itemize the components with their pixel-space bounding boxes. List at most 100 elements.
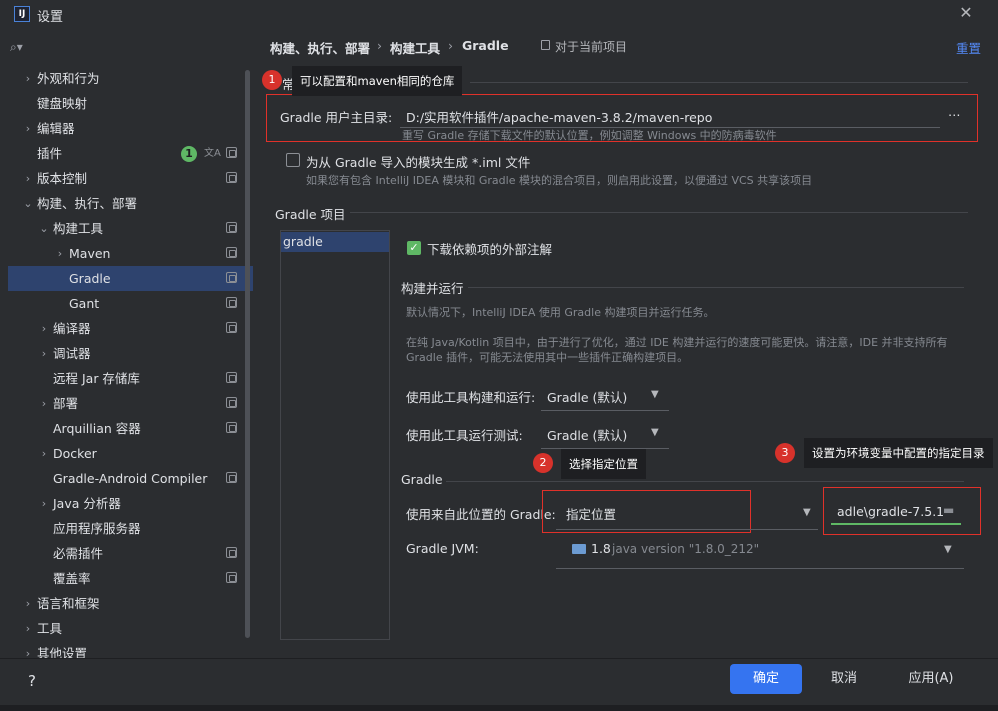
sidebar-item[interactable]: 覆盖率 <box>8 566 253 591</box>
sidebar-item-label: 调试器 <box>53 346 91 361</box>
download-annotations-label: 下载依赖项的外部注解 <box>427 242 553 257</box>
sidebar-item[interactable]: ⌄ 构建、执行、部署 <box>8 191 253 216</box>
sidebar-item-label: 覆盖率 <box>53 571 91 586</box>
sidebar-item[interactable]: 应用程序服务器 <box>8 516 253 541</box>
generate-iml-hint: 如果您有包含 IntelliJ IDEA 模块和 Gradle 模块的混合项目，… <box>306 174 813 187</box>
sidebar-item-label: 构建、执行、部署 <box>37 196 138 211</box>
chevron-down-icon[interactable]: ▼ <box>803 507 811 518</box>
chevron-down-icon[interactable]: ▼ <box>944 544 952 555</box>
project-level-icon <box>226 422 237 433</box>
sidebar-item[interactable]: › Docker <box>8 441 253 466</box>
gradle-project-item[interactable]: gradle <box>281 232 389 252</box>
annotation-callout-2: 选择指定位置 <box>561 449 646 479</box>
reset-link[interactable]: 重置 <box>956 38 981 57</box>
gradle-jvm-version[interactable]: 1.8 <box>591 541 611 556</box>
folder-icon[interactable]: ▬ <box>943 503 954 517</box>
sidebar-item[interactable]: Gradle <box>8 266 253 291</box>
sidebar-scrollbar[interactable] <box>245 70 250 638</box>
sidebar-item-label: Gant <box>69 296 100 311</box>
sidebar-item[interactable]: › Maven <box>8 241 253 266</box>
chevron-right-icon[interactable]: › <box>22 166 34 191</box>
chevron-right-icon[interactable]: › <box>38 341 50 366</box>
sidebar-item-label: Gradle <box>69 271 111 286</box>
use-gradle-from-select[interactable]: 指定位置 <box>566 504 616 523</box>
chevron-down-icon[interactable]: ⌄ <box>38 216 50 241</box>
breadcrumb-separator: › <box>448 38 453 53</box>
sidebar-item[interactable]: › 外观和行为 <box>8 66 253 91</box>
sidebar-item-label: 语言和框架 <box>37 596 100 611</box>
gradle-user-home-input[interactable]: D:/实用软件插件/apache-maven-3.8.2/maven-repo <box>406 107 936 126</box>
sidebar-item[interactable]: › Java 分析器 <box>8 491 253 516</box>
annotation-callout-3: 设置为环境变量中配置的指定目录 <box>804 438 993 468</box>
sidebar-item[interactable]: Arquillian 容器 <box>8 416 253 441</box>
chevron-right-icon[interactable]: › <box>22 591 34 616</box>
test-with-label: 使用此工具运行测试: <box>406 428 523 443</box>
project-level-icon <box>226 147 237 158</box>
sidebar-item[interactable]: 必需插件 <box>8 541 253 566</box>
build-run-hint-2: 在纯 Java/Kotlin 项目中，由于进行了优化，通过 IDE 构建并运行的… <box>406 336 948 349</box>
annotation-number-1: 1 <box>262 70 282 90</box>
sidebar-item[interactable]: › 编辑器 <box>8 116 253 141</box>
test-with-select[interactable]: Gradle (默认) <box>547 425 627 444</box>
chevron-right-icon[interactable]: › <box>22 616 34 641</box>
build-with-select[interactable]: Gradle (默认) <box>547 387 627 406</box>
sidebar-item[interactable]: › 语言和框架 <box>8 591 253 616</box>
chevron-right-icon[interactable]: › <box>38 441 50 466</box>
generate-iml-checkbox[interactable] <box>286 153 300 167</box>
sidebar-item[interactable]: › 编译器 <box>8 316 253 341</box>
help-button[interactable]: ? <box>28 672 36 690</box>
project-level-icon <box>226 222 237 233</box>
gradle-project-list <box>280 230 390 640</box>
sidebar-item-label: Docker <box>53 446 97 461</box>
chevron-right-icon[interactable]: › <box>22 116 34 141</box>
sidebar-item[interactable]: › 其他设置 <box>8 641 253 658</box>
chevron-right-icon[interactable]: › <box>22 66 34 91</box>
chevron-right-icon[interactable]: › <box>22 641 34 658</box>
browse-button[interactable]: … <box>948 104 961 119</box>
sidebar-item-label: 部署 <box>53 396 79 411</box>
chevron-down-icon[interactable]: ▼ <box>651 427 659 438</box>
sidebar-item-label: 应用程序服务器 <box>53 521 141 536</box>
gradle-path-input[interactable]: adle\gradle-7.5.1 <box>837 504 944 519</box>
sidebar-item[interactable]: 键盘映射 <box>8 91 253 116</box>
generate-iml-label: 为从 Gradle 导入的模块生成 *.iml 文件 <box>306 155 531 170</box>
sidebar-item[interactable]: › 版本控制 <box>8 166 253 191</box>
section-divider <box>468 287 964 288</box>
section-divider <box>470 82 968 83</box>
breadcrumb-part3: Gradle <box>462 38 509 53</box>
apply-button[interactable]: 应用(A) <box>886 664 976 694</box>
sidebar-item[interactable]: Gradle-Android Compiler <box>8 466 253 491</box>
project-level-icon <box>226 397 237 408</box>
chevron-right-icon[interactable]: › <box>38 316 50 341</box>
ok-button[interactable]: 确定 <box>730 664 802 694</box>
sidebar-item[interactable]: › 部署 <box>8 391 253 416</box>
build-run-hint-3: Gradle 插件，可能无法使用其中一些插件正确构建项目。 <box>406 351 689 364</box>
cancel-button[interactable]: 取消 <box>808 664 880 694</box>
chevron-right-icon[interactable]: › <box>54 241 66 266</box>
intellij-logo-icon: IJ <box>14 6 30 22</box>
sidebar-item-label: 键盘映射 <box>37 96 88 111</box>
chevron-down-icon[interactable]: ⌄ <box>22 191 34 216</box>
sidebar-item-label: 其他设置 <box>37 646 88 658</box>
sidebar-item[interactable]: ⌄ 构建工具 <box>8 216 253 241</box>
sidebar-item[interactable]: 插件 1 文A <box>8 141 253 166</box>
close-icon[interactable]: ✕ <box>957 4 975 22</box>
update-count-badge: 1 <box>181 146 197 162</box>
sidebar-item[interactable]: 远程 Jar 存储库 <box>8 366 253 391</box>
sidebar-item-label: Maven <box>69 246 111 261</box>
sidebar-item[interactable]: › 工具 <box>8 616 253 641</box>
sidebar-item[interactable]: Gant <box>8 291 253 316</box>
search-icon[interactable]: ⌕▾ <box>10 40 32 56</box>
chevron-down-icon[interactable]: ▼ <box>651 389 659 400</box>
gradle-jvm-label: Gradle JVM: <box>406 541 479 556</box>
jdk-folder-icon <box>572 544 586 554</box>
sidebar-item[interactable]: › 调试器 <box>8 341 253 366</box>
breadcrumb-part2[interactable]: 构建工具 <box>390 38 440 57</box>
download-annotations-checkbox[interactable]: ✓ <box>407 241 421 255</box>
chevron-right-icon[interactable]: › <box>38 491 50 516</box>
project-level-icon <box>226 247 237 258</box>
chevron-right-icon[interactable]: › <box>38 391 50 416</box>
bottom-strip <box>0 705 998 711</box>
breadcrumb-part1[interactable]: 构建、执行、部署 <box>270 38 370 57</box>
gradle-projects-label: Gradle 项目 <box>275 207 346 222</box>
